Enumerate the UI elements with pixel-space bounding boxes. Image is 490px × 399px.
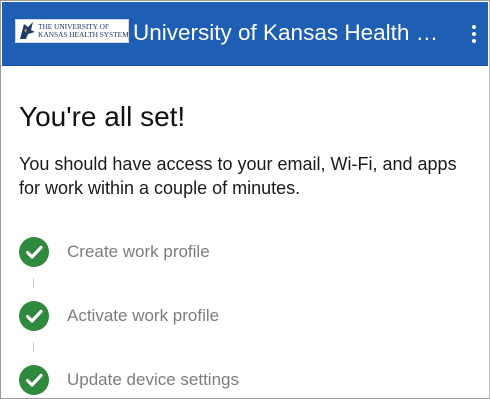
organization-logo: THE UNIVERSITY OF KANSAS HEALTH SYSTEM (15, 19, 129, 43)
page-title: You're all set! (19, 101, 186, 132)
jayhawk-emblem-icon (20, 22, 35, 39)
logo-wordmark: THE UNIVERSITY OF KANSAS HEALTH SYSTEM (38, 23, 129, 39)
step-label: Activate work profile (67, 306, 220, 325)
check-circle-icon (19, 237, 49, 267)
step-label: Update device settings (67, 370, 239, 389)
step-connector (33, 342, 34, 352)
step-activate-work-profile: Activate work profile (1, 301, 481, 333)
more-vertical-icon[interactable] (466, 22, 482, 46)
check-circle-icon (19, 301, 49, 331)
step-update-device-settings: Update device settings (1, 365, 481, 397)
step-create-work-profile: Create work profile (1, 237, 481, 269)
step-connector (33, 278, 34, 288)
step-label: Create work profile (67, 242, 210, 261)
app-title: University of Kansas Health System (133, 20, 453, 45)
screen: THE UNIVERSITY OF KANSAS HEALTH SYSTEM U… (0, 0, 490, 399)
check-circle-icon (19, 365, 49, 395)
app-bar: THE UNIVERSITY OF KANSAS HEALTH SYSTEM U… (2, 2, 488, 66)
status-message: You should have access to your email, Wi… (19, 154, 457, 198)
logo-wordmark-line2: KANSAS HEALTH SYSTEM (38, 30, 129, 39)
